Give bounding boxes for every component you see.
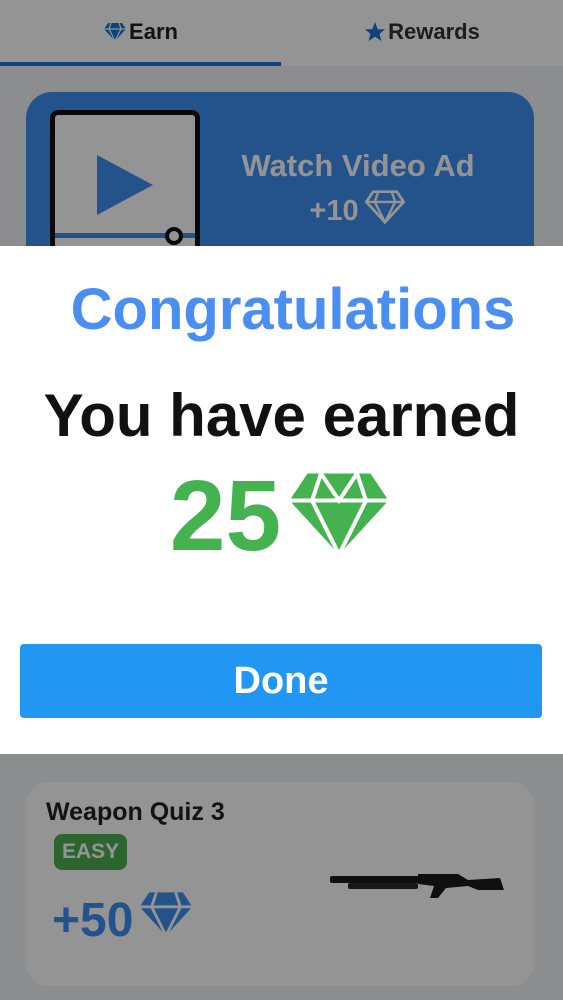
dialog-title: Congratulations bbox=[70, 277, 516, 342]
earned-amount-row: 25 bbox=[0, 466, 563, 566]
diamond-icon bbox=[285, 469, 393, 564]
done-button[interactable]: Done bbox=[20, 644, 542, 718]
earned-amount: 25 bbox=[169, 460, 282, 572]
dialog-message: You have earned bbox=[43, 382, 520, 449]
